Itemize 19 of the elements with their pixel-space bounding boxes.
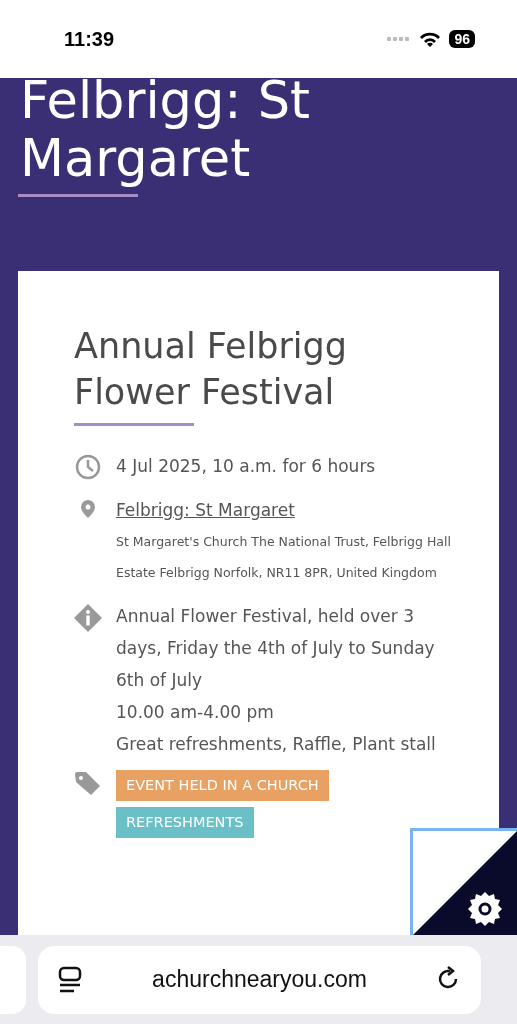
tag-icon xyxy=(75,772,101,796)
reader-icon[interactable] xyxy=(58,965,82,994)
event-title: Annual Felbrigg Flower Festival xyxy=(74,325,349,414)
clock-icon xyxy=(75,454,101,480)
wifi-icon xyxy=(419,31,442,47)
status-time: 11:39 xyxy=(64,27,115,51)
address-bar[interactable]: achurchnearyou.com xyxy=(38,945,481,1014)
page-title: Felbrigg: St Margaret xyxy=(20,78,312,188)
event-description: 10.00 am-4.00 pm xyxy=(116,701,274,724)
battery-indicator: 96 xyxy=(449,30,475,48)
info-icon xyxy=(74,604,102,632)
signal-icon xyxy=(387,37,412,41)
event-description: Great refreshments, Raffle, Plant stall xyxy=(116,733,436,756)
location-pin-icon xyxy=(81,500,95,518)
venue-link[interactable]: Felbrigg: St Margaret xyxy=(116,494,295,526)
venue-address: St Margaret's Church The National Trust, Felbrigg Hall Estate Felbrigg Norfolk, NR11 8PR, United Kingdom xyxy=(116,533,452,582)
event-description: Annual Flower Festival, held over 3 days, Friday the 4th of July to Sunday 6th of July xyxy=(116,605,436,692)
url-text: achurchnearyou.com xyxy=(152,966,367,993)
event-date: 4 Jul 2025, 10 a.m. for 6 hours xyxy=(116,455,376,478)
